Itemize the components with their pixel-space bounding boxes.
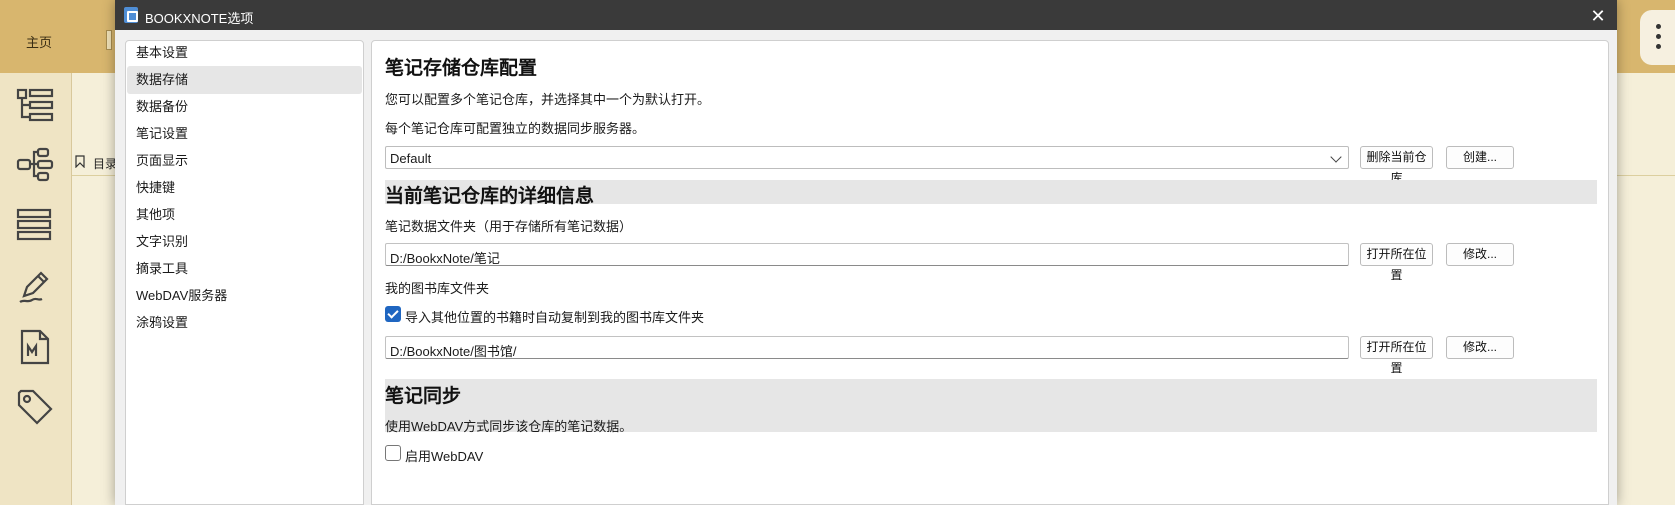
create-repo-button[interactable]: 创建... <box>1446 146 1514 169</box>
mind-map-icon[interactable] <box>16 146 54 184</box>
pen-annotate-icon[interactable] <box>16 268 54 306</box>
nav-item-doodle[interactable]: 涂鸦设置 <box>127 309 362 337</box>
tag-icon[interactable] <box>16 388 54 426</box>
settings-panel: 笔记存储仓库配置 您可以配置多个笔记仓库，并选择其中一个为默认打开。 每个笔记仓… <box>371 40 1609 505</box>
close-icon[interactable]: ✕ <box>1587 5 1609 27</box>
enable-webdav-label[interactable]: 启用WebDAV <box>405 446 483 465</box>
nav-item-basic[interactable]: 基本设置 <box>127 39 362 67</box>
auto-copy-checkbox[interactable] <box>385 306 401 322</box>
more-vertical-icon <box>1656 24 1662 52</box>
details-section-title: 当前笔记仓库的详细信息 <box>385 186 595 207</box>
library-folder-path: D:/BookxNote/图书馆/ <box>390 344 517 359</box>
list-rows-icon[interactable] <box>16 206 54 244</box>
nav-item-ocr[interactable]: 文字识别 <box>127 228 362 256</box>
outline-list-icon[interactable] <box>16 86 54 124</box>
home-tab[interactable]: 主页 <box>26 32 52 51</box>
storage-section-title: 笔记存储仓库配置 <box>385 58 538 79</box>
open-library-location-button[interactable]: 打开所在位置 <box>1360 336 1433 375</box>
dialog-titlebar: BOOKXNOTE选项 ✕ <box>115 0 1617 30</box>
nav-item-other[interactable]: 其他项 <box>127 201 362 229</box>
modify-library-folder-button[interactable]: 修改... <box>1446 336 1514 359</box>
options-dialog: BOOKXNOTE选项 ✕ 基本设置 数据存储 数据备份 笔记设置 页面显示 快… <box>115 0 1617 505</box>
toc-label[interactable]: 目录 <box>93 155 117 172</box>
app-sidebar <box>0 73 72 505</box>
nav-item-notes[interactable]: 笔记设置 <box>127 120 362 148</box>
chevron-down-icon <box>1330 151 1342 163</box>
repo-select[interactable]: Default <box>385 146 1349 169</box>
nav-item-excerpt[interactable]: 摘录工具 <box>127 255 362 283</box>
bookmark-icon <box>75 155 85 168</box>
nav-item-storage[interactable]: 数据存储 <box>127 66 362 94</box>
dialog-title: BOOKXNOTE选项 <box>145 11 254 26</box>
nav-item-shortcuts[interactable]: 快捷键 <box>127 174 362 202</box>
sync-section-title: 笔记同步 <box>385 386 462 407</box>
nav-item-backup[interactable]: 数据备份 <box>127 93 362 121</box>
notes-folder-field[interactable]: D:/BookxNote/笔记 <box>385 243 1349 266</box>
tab-indicator <box>106 30 112 50</box>
library-folder-label: 我的图书库文件夹 <box>385 281 490 296</box>
markdown-file-icon[interactable] <box>16 328 54 366</box>
sync-desc: 使用WebDAV方式同步该仓库的笔记数据。 <box>385 419 633 434</box>
notes-folder-label: 笔记数据文件夹（用于存储所有笔记数据） <box>385 219 633 234</box>
more-menu-button[interactable] <box>1640 10 1675 65</box>
notes-folder-path: D:/BookxNote/笔记 <box>390 251 500 266</box>
enable-webdav-checkbox[interactable] <box>385 445 401 461</box>
nav-item-display[interactable]: 页面显示 <box>127 147 362 175</box>
modify-notes-folder-button[interactable]: 修改... <box>1446 243 1514 266</box>
storage-desc-2: 每个笔记仓库可配置独立的数据同步服务器。 <box>385 121 646 136</box>
storage-desc-1: 您可以配置多个笔记仓库，并选择其中一个为默认打开。 <box>385 92 711 107</box>
repo-select-value: Default <box>390 151 432 166</box>
library-folder-field[interactable]: D:/BookxNote/图书馆/ <box>385 336 1349 359</box>
settings-nav: 基本设置 数据存储 数据备份 笔记设置 页面显示 快捷键 其他项 文字识别 摘录… <box>125 40 364 505</box>
nav-item-webdav[interactable]: WebDAV服务器 <box>127 282 362 310</box>
auto-copy-label[interactable]: 导入其他位置的书籍时自动复制到我的图书库文件夹 <box>405 307 704 326</box>
app-logo-icon <box>124 7 138 23</box>
open-notes-location-button[interactable]: 打开所在位置 <box>1360 243 1433 282</box>
delete-repo-button[interactable]: 删除当前仓库 <box>1360 146 1433 185</box>
